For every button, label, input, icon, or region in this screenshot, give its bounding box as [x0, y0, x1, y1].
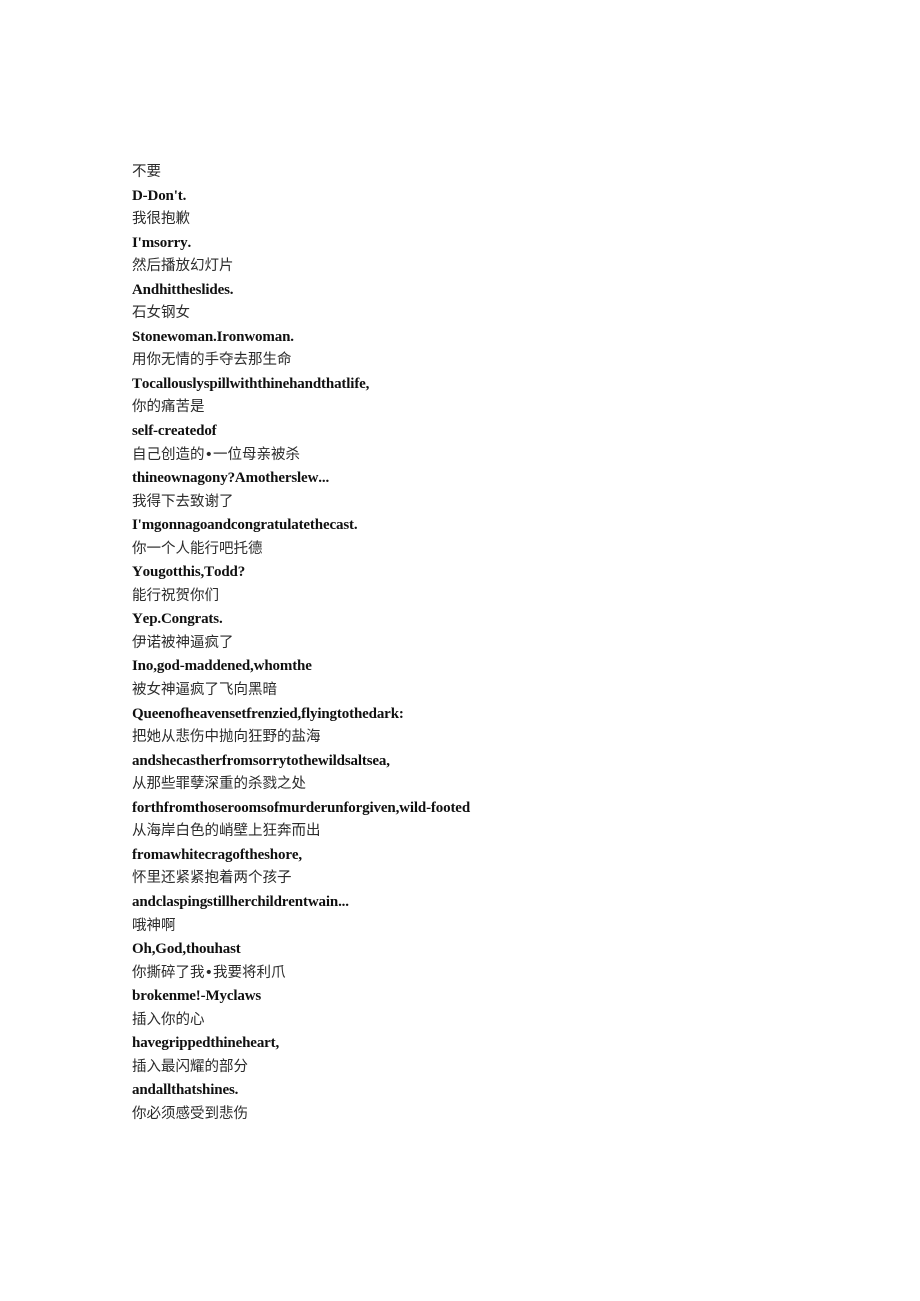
transcript-line-en: Andhittheslides.: [132, 281, 234, 298]
transcript-line-zh: 插入你的心: [132, 1011, 205, 1028]
transcript-line-zh: 能行祝贺你们: [132, 587, 219, 604]
transcript-line-en: I'msorry.: [132, 234, 192, 251]
transcript-line-zh: 被女神逼疯了飞向黑暗: [132, 682, 277, 699]
transcript-line-zh: 然后播放幻灯片: [132, 258, 234, 275]
transcript-line-en: Stonewoman.Ironwoman.: [132, 328, 294, 345]
transcript-line-en: thineownagony?Amotherslew...: [132, 470, 330, 487]
transcript-line-zh: 你必须感受到悲伤: [132, 1105, 248, 1122]
transcript-line-zh: 自己创造的•一位母亲被杀: [132, 446, 301, 463]
transcript-line-en: Ino,god-maddened,whomthe: [132, 658, 312, 675]
transcript-line-en: Oh,God,thouhast: [132, 941, 241, 958]
transcript-line-zh: 不要: [132, 164, 161, 180]
transcript-line-zh: 从海岸白色的峭壁上狂奔而出: [132, 823, 321, 840]
transcript-line-en: Yougotthis,Todd?: [132, 564, 246, 581]
transcript-line-zh: 我很抱歉: [132, 211, 190, 228]
transcript-line-zh: 怀里还紧紧抱着两个孩子: [132, 870, 292, 887]
transcript-line-zh: 用你无情的手夺去那生命: [132, 352, 292, 369]
transcript-line-en: D-Don't.: [132, 187, 187, 204]
transcript-line-en: Yep.Congrats.: [132, 611, 223, 628]
transcript-line-en: fromawhitecragoftheshore,: [132, 846, 302, 863]
transcript-line-en: Tocallouslyspillwiththinehandthatlife,: [132, 375, 370, 392]
transcript-line-en: Queenofheavensetfrenzied,flyingtothedark…: [132, 705, 404, 722]
transcript-line-zh: 你一个人能行吧托德: [132, 540, 263, 557]
transcript-line-en: forthfromthoseroomsofmurderunforgiven,wi…: [132, 799, 471, 816]
transcript-line-en: andallthatshines.: [132, 1082, 239, 1099]
transcript-body: 不要 D-Don't. 我很抱歉 I'msorry. 然后播放幻灯片 Andhitthes…: [132, 161, 832, 1126]
transcript-line-zh: 你撕碎了我•我要将利爪: [132, 964, 286, 981]
transcript-line-zh: 插入最闪耀的部分: [132, 1058, 248, 1075]
transcript-line-en: I'mgonnagoandcongratulatethecast.: [132, 517, 358, 534]
transcript-line-en: andshecastherfromsorrytothewildsaltsea,: [132, 752, 390, 769]
transcript-line-zh: 哦神啊: [132, 917, 176, 934]
transcript-line-en: self-createdof: [132, 423, 217, 440]
transcript-line-zh: 你的痛苦是: [132, 399, 205, 416]
transcript-line-en: brokenme!-Myclaws: [132, 988, 262, 1005]
transcript-line-en: andclaspingstillherchildrentwain...: [132, 893, 349, 910]
transcript-line-zh: 我得下去致谢了: [132, 493, 234, 510]
transcript-line-zh: 把她从悲伤中抛向狂野的盐海: [132, 729, 321, 746]
transcript-line-zh: 从那些罪孽深重的杀戮之处: [132, 776, 306, 793]
transcript-line-zh: 伊诺被神逼疯了: [132, 634, 234, 651]
transcript-line-zh: 石女钢女: [132, 305, 190, 322]
document-page: 不要 D-Don't. 我很抱歉 I'msorry. 然后播放幻灯片 Andhitthes…: [0, 0, 920, 1301]
transcript-line-en: havegrippedthineheart,: [132, 1035, 280, 1052]
